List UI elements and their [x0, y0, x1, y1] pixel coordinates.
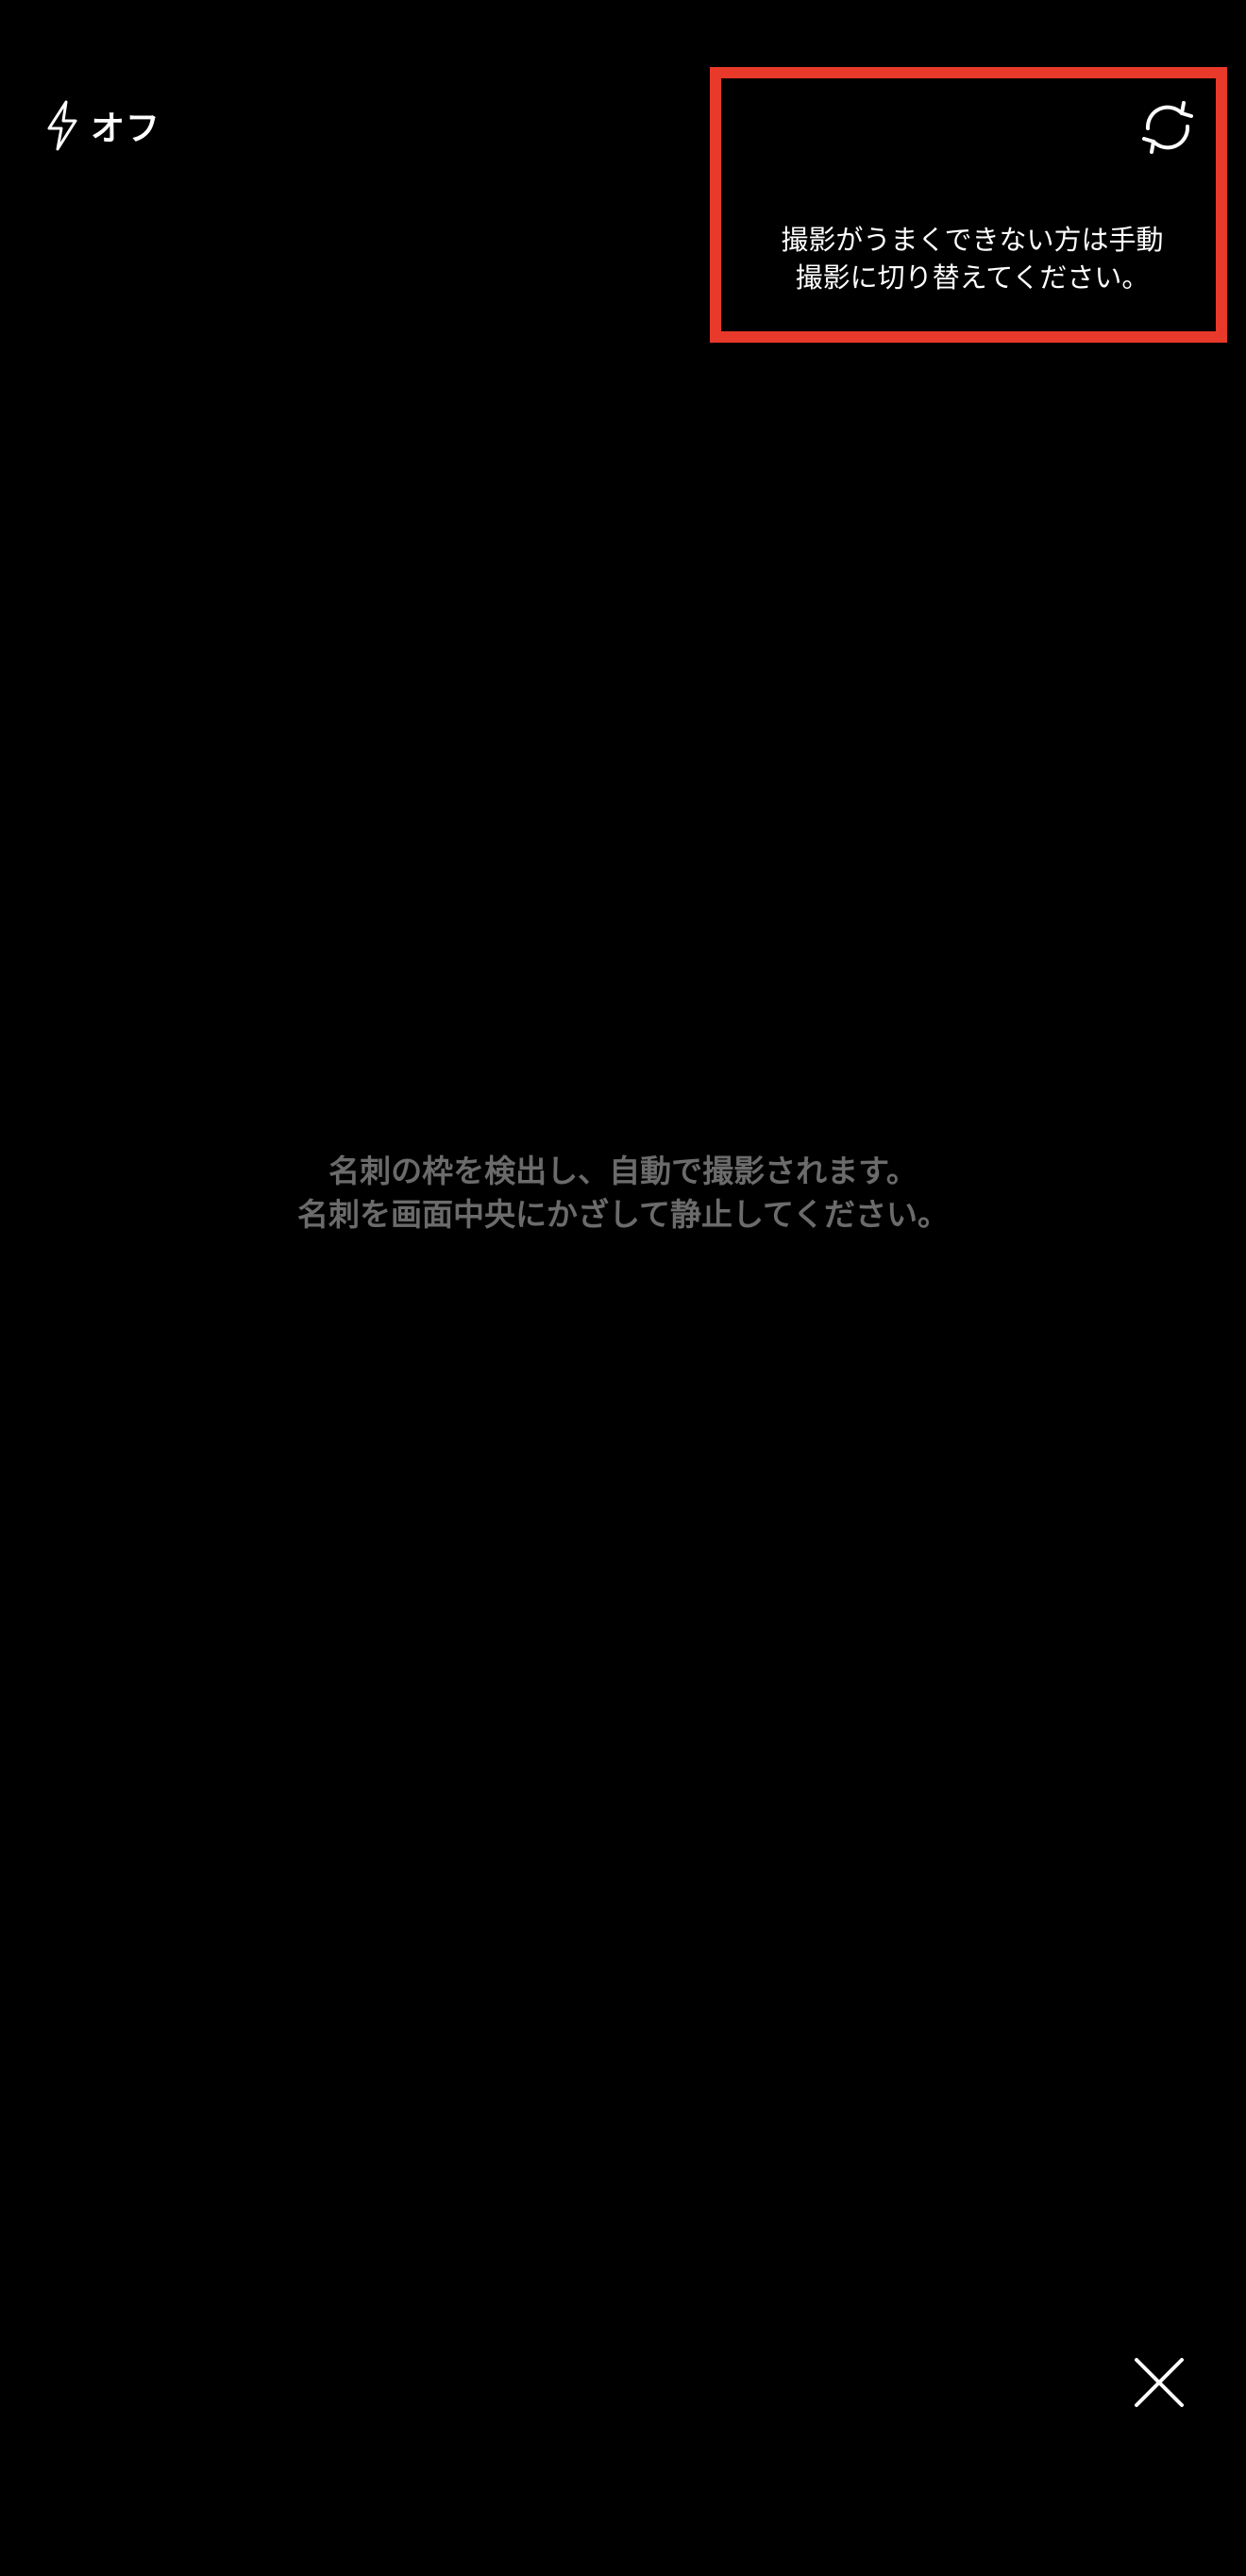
guide-line-1: 名刺の枠を検出し、自動で撮影されます。: [328, 1153, 918, 1189]
guide-line-2: 名刺を画面中央にかざして静止してください。: [296, 1196, 950, 1233]
flash-label: オフ: [91, 109, 161, 148]
switch-mode-hint: 撮影がうまくできない方は手動 撮影に切り替えてください。: [736, 221, 1208, 296]
switch-hint-line-1: 撮影がうまくできない方は手動: [781, 224, 1164, 256]
close-button[interactable]: [1129, 2354, 1189, 2415]
switch-hint-line-2: 撮影に切り替えてください。: [795, 261, 1150, 294]
lightning-icon: [42, 99, 83, 152]
switch-capture-mode-button[interactable]: [1135, 100, 1201, 159]
camera-screen: オフ 撮影がうまくできない方は手動 撮影に切り替えてください。 名刺の枠を検出し…: [0, 0, 1246, 2576]
refresh-icon: [1137, 100, 1199, 159]
close-icon: [1131, 2354, 1187, 2415]
flash-toggle-button[interactable]: オフ: [42, 96, 160, 155]
capture-guide-text: 名刺の枠を検出し、自動で撮影されます。 名刺を画面中央にかざして静止してください…: [0, 1150, 1246, 1237]
